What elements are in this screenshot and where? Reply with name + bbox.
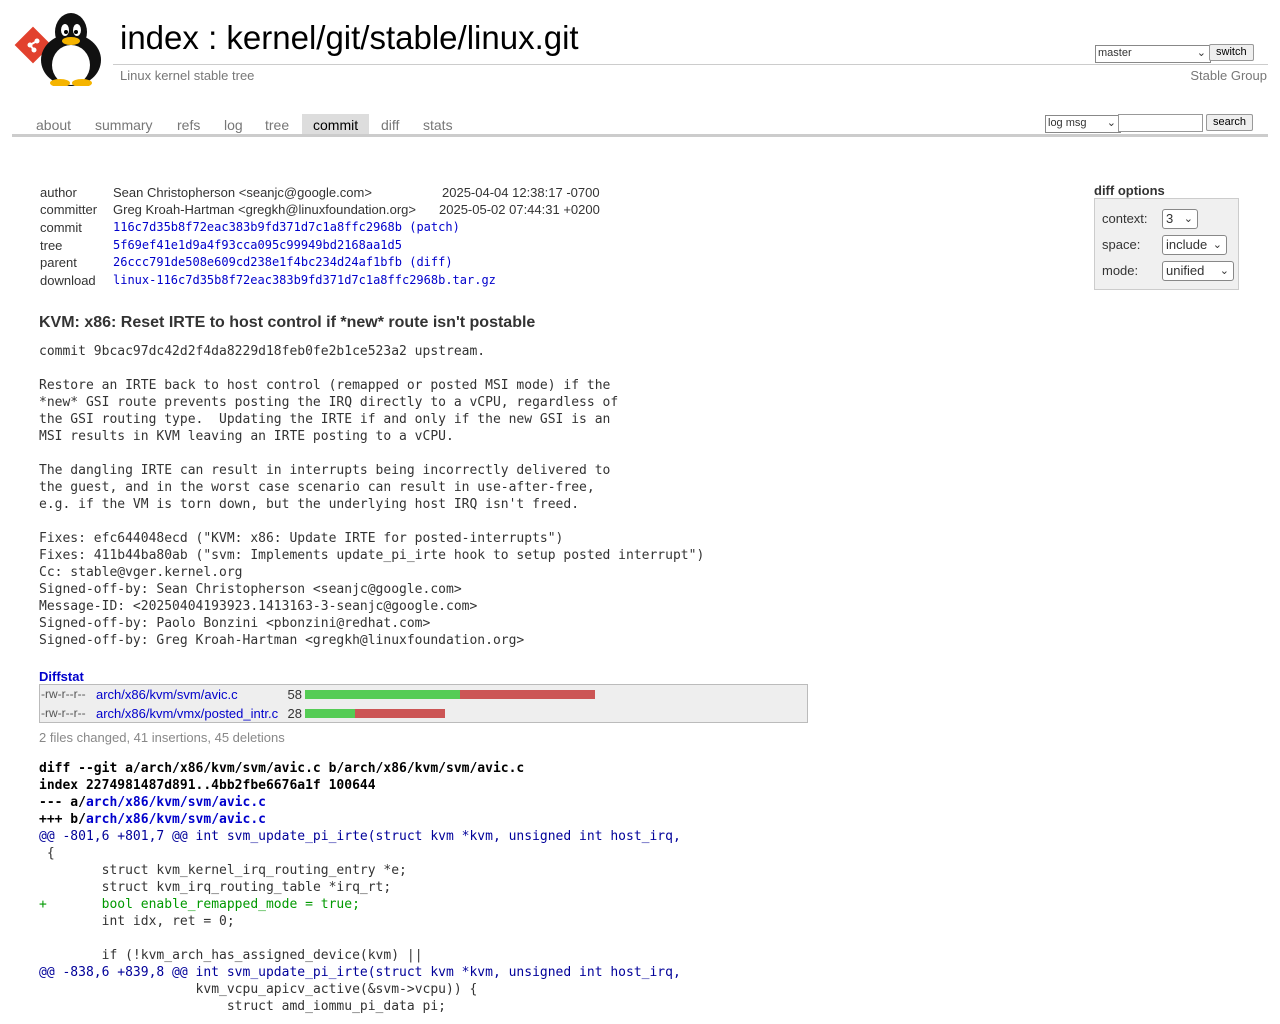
context-line: struct amd_iommu_pi_data pi; [39,999,446,1014]
context-value: 3 [1166,211,1174,226]
space-value: include [1166,237,1208,252]
download-link[interactable]: linux-116c7d35b8f72eac383b9fd371d7c1a8ff… [113,273,496,287]
search-input[interactable] [1118,114,1203,132]
space-select[interactable]: include ⌄ [1162,235,1227,255]
tab-commit[interactable]: commit [302,114,370,134]
mode-select[interactable]: unified ⌄ [1162,261,1234,281]
context-line: if (!kvm_arch_has_assigned_device(kvm) |… [39,948,423,963]
parent-label: parent [40,255,77,270]
diff-body: diff --git a/arch/x86/kvm/svm/avic.c b/a… [39,760,681,1015]
added-line: + bool enable_remapped_mode = true; [39,897,360,912]
diffstat-link[interactable]: Diffstat [39,669,84,684]
tab-refs[interactable]: refs [166,114,211,134]
diff-header-line: diff --git a/arch/x86/kvm/svm/avic.c b/a… [39,761,525,776]
committer-date: 2025-05-02 07:44:31 +0200 [439,202,600,217]
index-link[interactable]: index [120,19,199,56]
chevron-down-icon: ⌄ [1196,47,1206,59]
tab-summary[interactable]: summary [84,114,164,134]
context-line [39,930,681,947]
parent-hash-link[interactable]: 26ccc791de508e609cd238e1f4bc234d24af1bfb [113,255,402,269]
author-label: author [40,185,77,200]
commit-subject: KVM: x86: Reset IRTE to host control if … [39,314,536,331]
repo-description: Linux kernel stable tree [120,68,255,83]
insertions-bar [305,709,355,718]
diff-plus-line: +++ b/arch/x86/kvm/svm/avic.c [39,811,681,828]
chevron-down-icon: ⌄ [1106,117,1116,129]
tab-tree[interactable]: tree [254,114,300,134]
commit-hash-link[interactable]: 116c7d35b8f72eac383b9fd371d7c1a8ffc2968b [113,220,402,234]
tree-hash-link[interactable]: 5f69ef41e1d9a4f93cca095c99949bd2168aa1d5 [113,238,402,252]
diffstat-file-link[interactable]: arch/x86/kvm/svm/avic.c [96,685,238,704]
change-count: 28 [287,706,302,721]
title-separator: : [208,19,218,56]
context-select[interactable]: 3 ⌄ [1162,209,1198,229]
patch-link[interactable]: (patch) [409,220,460,234]
page-title: index : kernel/git/stable/linux.git [120,18,579,58]
header-divider [113,64,1268,65]
tab-log[interactable]: log [213,114,254,134]
diff-index-line: index 2274981487d891..4bb2fbe6676a1f 100… [39,778,376,793]
commit-message: commit 9bcac97dc42d2f4da8229d18feb0fe2b1… [39,344,705,648]
plus-prefix: +++ b/ [39,812,86,827]
diffstat-summary: 2 files changed, 41 insertions, 45 delet… [39,730,285,745]
mode-value: unified [1166,263,1205,278]
search-mode-value: log msg [1048,117,1087,129]
diff-options-title: diff options [1094,183,1165,198]
author-date: 2025-04-04 12:38:17 -0700 [442,185,600,200]
chevron-down-icon: ⌄ [1219,265,1229,277]
context-line: struct kvm_kernel_irq_routing_entry *e; [39,863,407,878]
search-button[interactable]: search [1206,114,1254,131]
minus-prefix: --- a/ [39,795,86,810]
tab-about[interactable]: about [25,114,82,134]
committer-value: Greg Kroah-Hartman <gregkh@linuxfoundati… [113,202,416,217]
author-value: Sean Christopherson <seanjc@google.com> [113,185,372,200]
repo-link[interactable]: kernel/git/stable/linux.git [226,19,578,56]
tab-bar-underline [12,134,1268,137]
chevron-down-icon: ⌄ [1212,239,1222,251]
hunk-header: @@ -838,6 +839,8 @@ int svm_update_pi_ir… [39,965,681,980]
commit-hash: 116c7d35b8f72eac383b9fd371d7c1a8ffc2968b… [113,219,460,236]
committer-label: committer [40,202,98,217]
context-line: int idx, ret = 0; [39,914,235,929]
cgit-logo[interactable] [14,10,110,86]
switch-button[interactable]: switch [1209,44,1254,61]
parent-diff-link[interactable]: (diff) [409,255,452,269]
context-line: { [39,846,55,861]
tree-label: tree [40,238,63,253]
file-mode: -rw-r--r-- [41,706,86,720]
chevron-down-icon: ⌄ [1183,213,1193,225]
tab-diff[interactable]: diff [370,114,410,134]
context-line: kvm_vcpu_apicv_active(&svm->vcpu)) { [39,982,478,997]
tux-penguin-icon [41,13,101,86]
diff-minus-line: --- a/arch/x86/kvm/svm/avic.c [39,794,681,811]
hunk-header: @@ -801,6 +801,7 @@ int svm_update_pi_ir… [39,829,681,844]
file-mode: -rw-r--r-- [41,687,86,701]
context-label: context: [1102,211,1148,226]
plus-file-link[interactable]: arch/x86/kvm/svm/avic.c [86,812,266,827]
deletions-bar [460,690,595,699]
diffstat-table: -rw-r--r-- arch/x86/kvm/svm/avic.c 58 -r… [39,684,808,723]
change-count: 58 [287,687,302,702]
insertions-bar [305,690,460,699]
branch-selected-value: master [1098,47,1132,59]
tab-stats[interactable]: stats [412,114,464,134]
repo-owner: Stable Group [1190,68,1267,83]
diffstat-file-link[interactable]: arch/x86/kvm/vmx/posted_intr.c [96,704,278,723]
search-mode-select[interactable]: log msg ⌄ [1045,115,1121,133]
context-line: struct kvm_irq_routing_table *irq_rt; [39,880,392,895]
space-label: space: [1102,237,1141,252]
minus-file-link[interactable]: arch/x86/kvm/svm/avic.c [86,795,266,810]
diff-options-panel: context: 3 ⌄ space: include ⌄ mode: unif… [1094,198,1239,290]
deletions-bar [355,709,445,718]
download-label: download [40,273,96,288]
commit-label: commit [40,220,82,235]
branch-select[interactable]: master ⌄ [1095,45,1211,63]
mode-label: mode: [1102,263,1139,278]
